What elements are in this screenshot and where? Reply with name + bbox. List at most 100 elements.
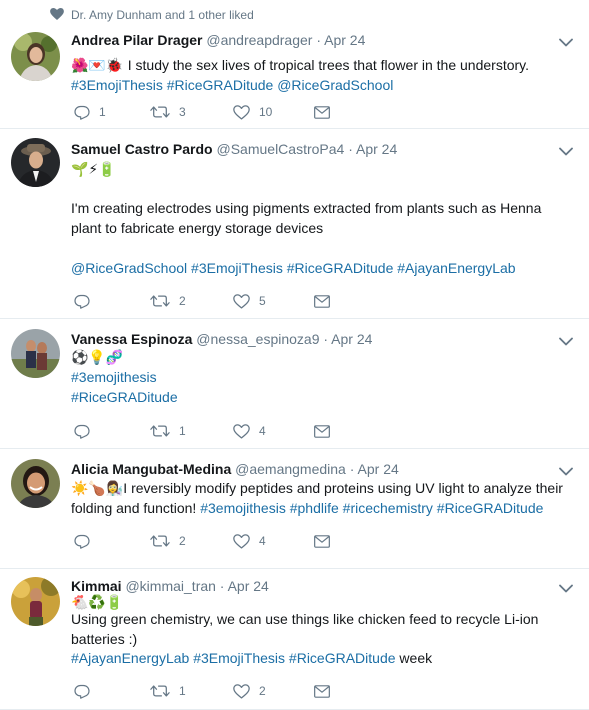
avatar[interactable] — [11, 577, 60, 626]
liked-by-text[interactable]: Dr. Amy Dunham and 1 other liked — [71, 8, 254, 22]
tweet[interactable]: Samuel Castro Pardo @SamuelCastroPa4 · A… — [0, 129, 589, 319]
hashtag-link[interactable]: #3EmojiThesis — [193, 650, 285, 666]
retweet-count: 1 — [179, 684, 186, 698]
tweet[interactable]: Andrea Pilar Drager @andreapdrager · Apr… — [0, 25, 589, 129]
envelope-icon — [314, 534, 330, 548]
reply-icon — [74, 294, 90, 309]
hashtag-link[interactable]: #RiceGRADitude — [71, 389, 178, 405]
like-count: 5 — [259, 294, 266, 308]
reply-icon — [74, 684, 90, 699]
tweet-text-line: ☀️🍗👩‍🔬I reversibly modify peptides and p… — [71, 478, 563, 499]
avatar[interactable] — [11, 329, 60, 378]
hashtag-link[interactable]: #RiceGRADitude — [287, 260, 394, 276]
tweet-text-line: 🌺💌🐞 I study the sex lives of tropical tr… — [71, 55, 529, 76]
retweet-icon — [150, 684, 170, 698]
like-button[interactable]: 4 — [233, 422, 266, 440]
author-name[interactable]: Samuel Castro Pardo — [71, 141, 213, 157]
hashtag-link[interactable]: #RiceGRADitude — [437, 500, 544, 516]
reply-button[interactable]: 1 — [74, 103, 106, 121]
envelope-icon — [314, 424, 330, 438]
tweet-text-line: I'm creating electrodes using pigments e… — [71, 198, 541, 218]
hashtag-link[interactable]: #phdlife — [290, 500, 339, 516]
like-button[interactable]: 4 — [233, 532, 266, 550]
chevron-down-icon[interactable] — [559, 147, 573, 156]
avatar[interactable] — [11, 32, 60, 81]
tweet[interactable]: Kimmai @kimmai_tran · Apr 24 🐔♻️🔋 Using gr… — [0, 569, 589, 710]
direct-message-button[interactable] — [314, 532, 330, 550]
direct-message-button[interactable] — [314, 292, 330, 310]
author-handle[interactable]: @nessa_espinoza9 — [196, 331, 319, 347]
tweet-date[interactable]: Apr 24 — [331, 331, 372, 347]
tweet-date[interactable]: Apr 24 — [356, 141, 397, 157]
chevron-down-icon[interactable] — [559, 337, 573, 346]
tweet-header: Andrea Pilar Drager @andreapdrager · Apr… — [71, 32, 365, 48]
avatar[interactable] — [11, 138, 60, 187]
avatar[interactable] — [11, 459, 60, 508]
direct-message-button[interactable] — [314, 682, 330, 700]
reply-button[interactable] — [74, 422, 99, 440]
separator-dot: · — [312, 32, 325, 48]
retweet-icon — [150, 424, 170, 438]
tweet-text: folding and function! — [71, 500, 201, 516]
tweet-text-line: folding and function! #3emojithesis #phd… — [71, 498, 543, 518]
reply-button[interactable] — [74, 292, 99, 310]
hashtag-link[interactable]: #3emojithesis — [200, 500, 286, 516]
tweet-text-line: batteries :) — [71, 629, 137, 649]
mention-link[interactable]: @RiceGradSchool — [277, 77, 393, 93]
retweet-button[interactable]: 2 — [150, 532, 186, 550]
reply-button[interactable] — [74, 532, 99, 550]
chevron-down-icon[interactable] — [559, 467, 573, 476]
direct-message-button[interactable] — [314, 103, 330, 121]
tweet[interactable]: Alicia Mangubat-Medina @aemangmedina · A… — [0, 449, 589, 569]
heart-icon — [233, 104, 250, 120]
author-name[interactable]: Alicia Mangubat-Medina — [71, 461, 231, 477]
like-button[interactable]: 5 — [233, 292, 266, 310]
mention-link[interactable]: @RiceGradSchool — [71, 260, 187, 276]
tweet-date[interactable]: Apr 24 — [358, 461, 399, 477]
retweet-button[interactable]: 3 — [150, 103, 186, 121]
tweet-date[interactable]: Apr 24 — [324, 32, 365, 48]
reply-icon — [74, 424, 90, 439]
author-handle[interactable]: @andreapdrager — [206, 32, 312, 48]
hashtag-link[interactable]: #RiceGRADitude — [167, 77, 274, 93]
retweet-count: 1 — [179, 424, 186, 438]
direct-message-button[interactable] — [314, 422, 330, 440]
retweet-icon — [150, 534, 170, 548]
chevron-down-icon[interactable] — [559, 38, 573, 47]
like-count: 10 — [259, 105, 273, 119]
chevron-down-icon[interactable] — [559, 584, 573, 593]
retweet-button[interactable]: 1 — [150, 422, 186, 440]
tweet-text-line: @RiceGradSchool #3EmojiThesis #RiceGRADi… — [71, 258, 516, 278]
tweet-text: batteries :) — [71, 631, 138, 647]
emoji-sequence: ⚽💡🧬 — [71, 350, 124, 366]
hashtag-link[interactable]: #3EmojiThesis — [71, 77, 163, 93]
liked-by-context: Dr. Amy Dunham and 1 other liked — [0, 0, 589, 24]
hashtag-link[interactable]: #AjayanEnergyLab — [397, 260, 515, 276]
tweet-text-line: ⚽💡🧬 — [71, 347, 123, 368]
hashtag-link[interactable]: #RiceGRADitude — [289, 650, 396, 666]
author-handle[interactable]: @aemangmedina — [235, 461, 346, 477]
hashtag-link[interactable]: #ricechemistry — [343, 500, 433, 516]
tweet[interactable]: Vanessa Espinoza @nessa_espinoza9 · Apr … — [0, 319, 589, 449]
heart-icon — [233, 683, 250, 699]
reply-button[interactable] — [74, 682, 99, 700]
author-handle[interactable]: @SamuelCastroPa4 — [217, 141, 345, 157]
retweet-button[interactable]: 1 — [150, 682, 186, 700]
emoji-sequence: ☀️🍗👩‍🔬 — [71, 481, 124, 497]
like-button[interactable]: 2 — [233, 682, 266, 700]
tweet-date[interactable]: Apr 24 — [228, 578, 269, 594]
like-button[interactable]: 10 — [233, 103, 272, 121]
author-name[interactable]: Andrea Pilar Drager — [71, 32, 203, 48]
heart-icon — [233, 293, 250, 309]
hashtag-link[interactable]: #3emojithesis — [71, 369, 157, 385]
tweet-header: Samuel Castro Pardo @SamuelCastroPa4 · A… — [71, 141, 397, 157]
tweet-header: Vanessa Espinoza @nessa_espinoza9 · Apr … — [71, 331, 372, 347]
retweet-button[interactable]: 2 — [150, 292, 186, 310]
tweet-header: Alicia Mangubat-Medina @aemangmedina · A… — [71, 461, 399, 477]
hashtag-link[interactable]: #3EmojiThesis — [191, 260, 283, 276]
author-handle[interactable]: @kimmai_tran — [125, 578, 215, 594]
heart-icon — [233, 423, 250, 439]
tweet-text: I reversibly modify peptides and protein… — [123, 480, 563, 496]
hashtag-link[interactable]: #AjayanEnergyLab — [71, 650, 189, 666]
author-name[interactable]: Vanessa Espinoza — [71, 331, 192, 347]
